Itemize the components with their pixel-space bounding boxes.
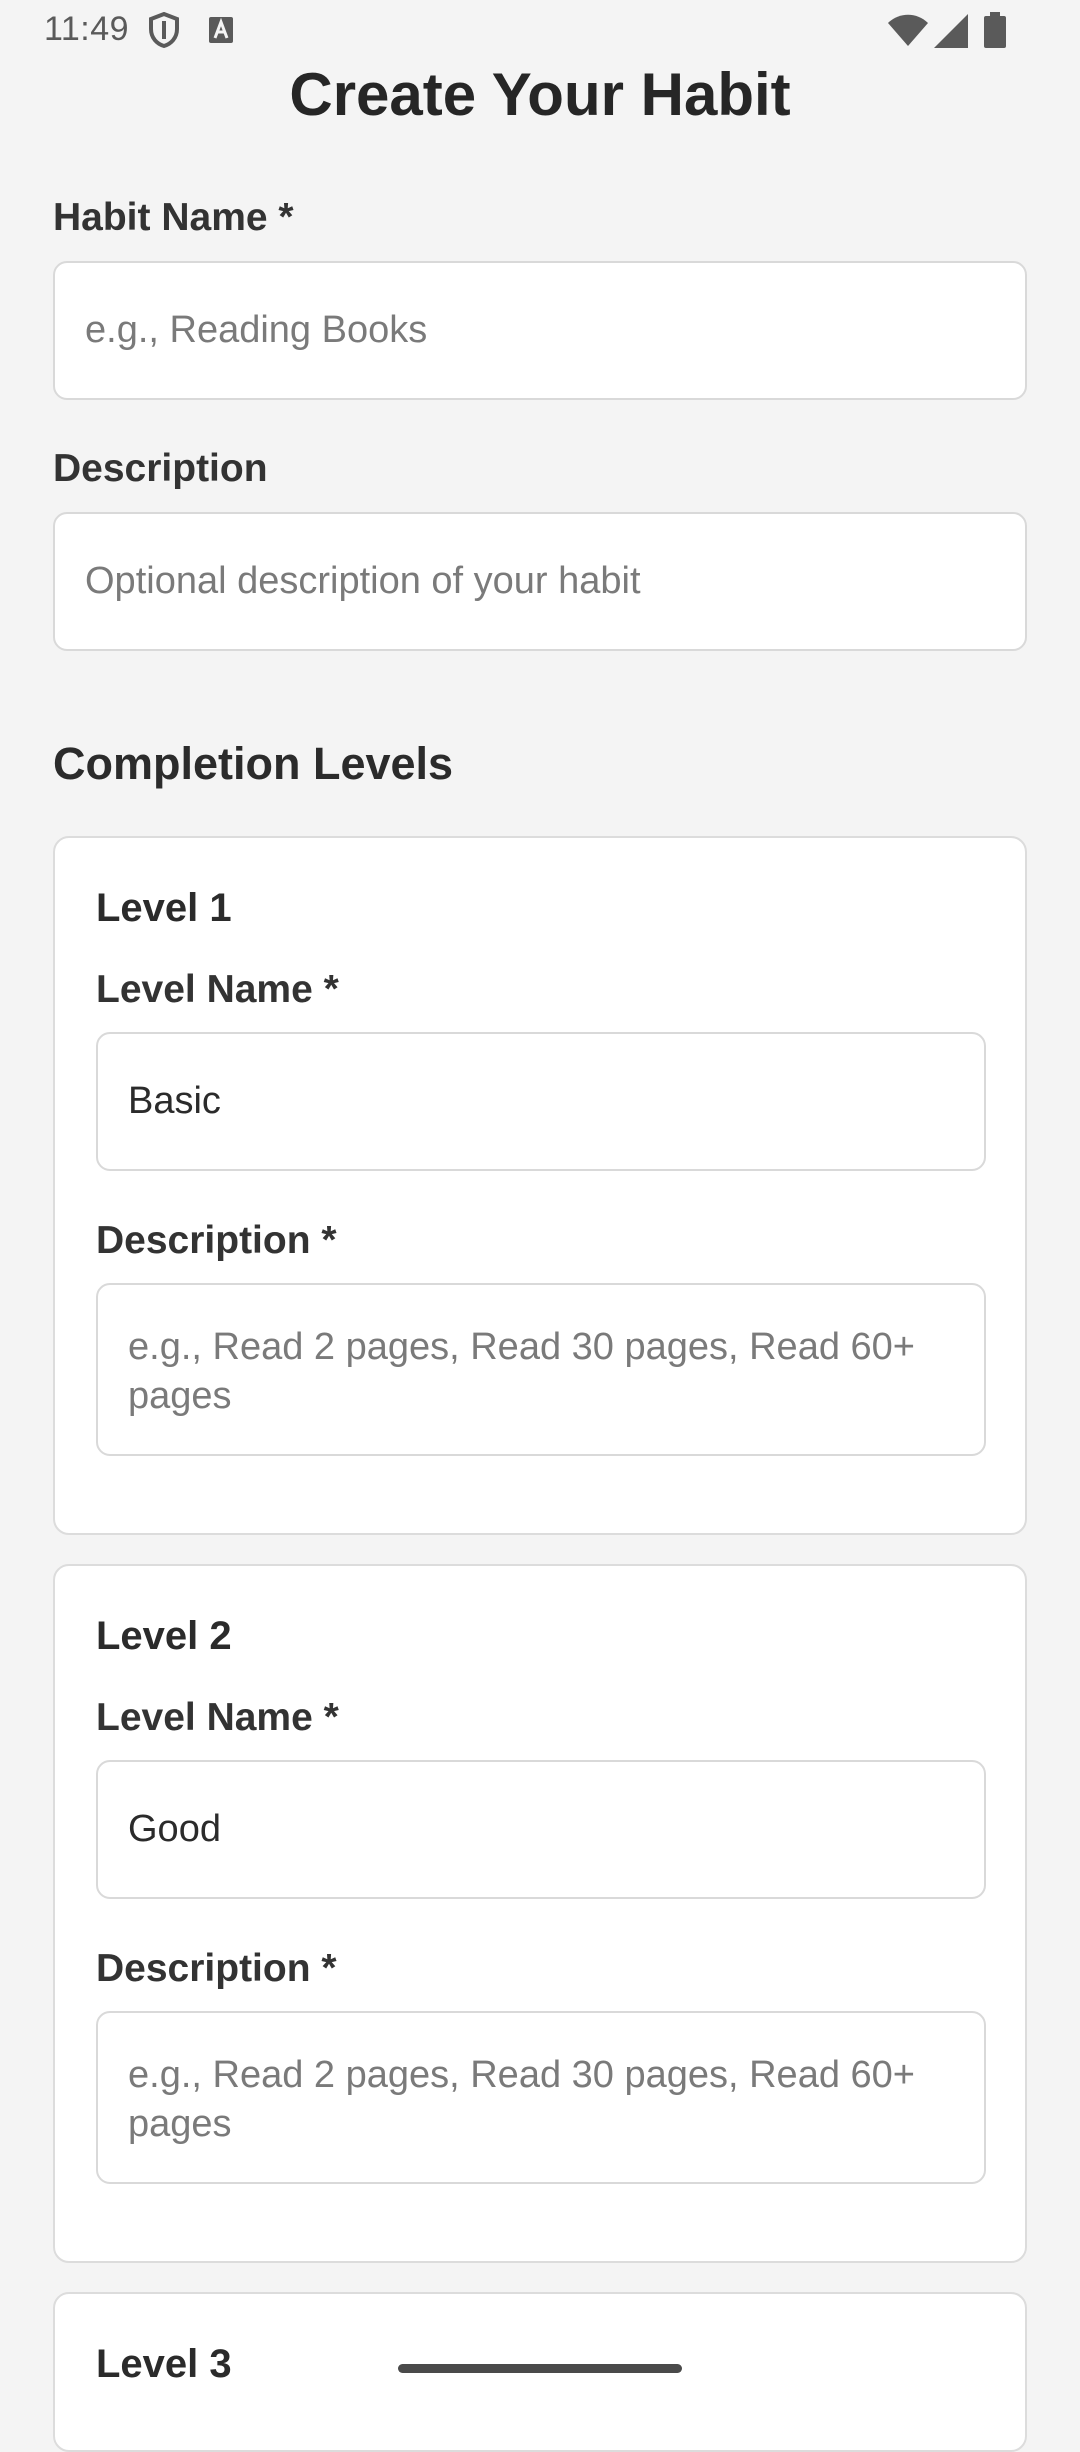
level-name-label: Level Name * [96, 1696, 339, 1739]
level-name-value: Good [128, 1808, 221, 1850]
level-title: Level 1 [96, 886, 232, 930]
level-description-placeholder: e.g., Read 2 pages, Read 30 pages, Read … [128, 1326, 915, 1417]
habit-name-label: Habit Name * [53, 196, 294, 239]
description-placeholder: Optional description of your habit [85, 560, 641, 602]
level-description-label: Description * [96, 1219, 337, 1262]
level-name-input[interactable]: Good [96, 1760, 986, 1899]
battery-icon [984, 12, 1006, 53]
level-description-label: Description * [96, 1947, 337, 1990]
home-indicator[interactable] [398, 2364, 682, 2373]
page-title: Create Your Habit [289, 61, 791, 128]
level-description-placeholder: e.g., Read 2 pages, Read 30 pages, Read … [128, 2054, 915, 2145]
status-bar: 11:49 [0, 0, 1080, 60]
level-name-value: Basic [128, 1080, 221, 1122]
description-input[interactable]: Optional description of your habit [53, 512, 1027, 651]
level-description-input[interactable]: e.g., Read 2 pages, Read 30 pages, Read … [96, 1283, 986, 1456]
cellular-signal-icon [934, 14, 968, 53]
description-label: Description [53, 447, 268, 490]
level-card-2: Level 2 Level Name * Good Description * … [53, 1564, 1027, 2263]
level-name-input[interactable]: Basic [96, 1032, 986, 1171]
habit-name-placeholder: e.g., Reading Books [85, 309, 428, 351]
level-title: Level 2 [96, 1614, 232, 1658]
completion-levels-title: Completion Levels [53, 738, 454, 789]
level-title: Level 3 [96, 2342, 232, 2386]
wifi-icon [888, 14, 928, 51]
level-name-label: Level Name * [96, 968, 339, 1011]
status-time: 11:49 [44, 10, 130, 48]
level-card-1: Level 1 Level Name * Basic Description *… [53, 836, 1027, 1535]
habit-name-input[interactable]: e.g., Reading Books [53, 261, 1027, 400]
shield-icon [148, 11, 180, 53]
text-notification-icon [208, 16, 234, 49]
level-description-input[interactable]: e.g., Read 2 pages, Read 30 pages, Read … [96, 2011, 986, 2184]
